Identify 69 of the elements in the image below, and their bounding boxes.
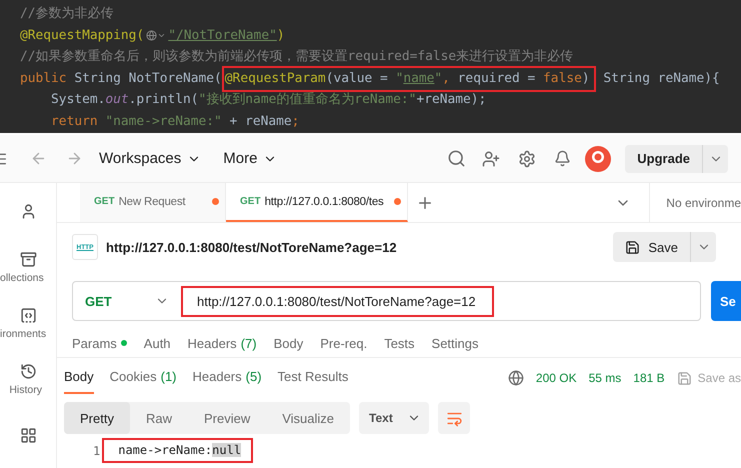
settings-icon[interactable] bbox=[518, 150, 536, 168]
history-icon bbox=[20, 362, 36, 380]
tab-label: http://127.0.0.1:8080/tes bbox=[264, 196, 385, 208]
sidebar-item[interactable]: ironments bbox=[0, 295, 56, 351]
save-icon bbox=[676, 370, 692, 386]
line-number: 1 bbox=[93, 444, 100, 458]
environment-select[interactable]: No environme bbox=[649, 183, 741, 222]
response-tab[interactable]: Cookies (1) bbox=[110, 362, 176, 394]
request-section-tab[interactable]: Headers (7) bbox=[188, 336, 257, 350]
request-section-tab[interactable]: Pre-req. bbox=[320, 336, 368, 350]
grid-icon bbox=[20, 426, 36, 444]
bin-icon bbox=[20, 250, 36, 268]
code-token: String reName){ bbox=[602, 70, 720, 88]
request-section-tab[interactable]: Settings bbox=[432, 336, 479, 350]
code-token: +reName); bbox=[416, 91, 486, 110]
code-token: @RequestMapping( bbox=[20, 26, 144, 45]
request-section-tab[interactable]: Params bbox=[72, 336, 127, 350]
request-section-tab[interactable]: Body bbox=[274, 336, 304, 350]
method-select[interactable]: GET bbox=[73, 282, 181, 320]
method-label: GET bbox=[94, 196, 115, 207]
code-token: //如果参数重命名后，则该参数为前端必传项，需要设置required=false来进行设置为非必传 bbox=[20, 48, 574, 66]
url-input[interactable]: http://127.0.0.1:8080/test/NotToreName?age=12 bbox=[181, 286, 494, 316]
globe-icon[interactable] bbox=[146, 30, 166, 41]
code-token: out bbox=[105, 91, 129, 110]
request-section-tab[interactable]: Tests bbox=[384, 336, 415, 350]
response-text: name->reName:null bbox=[102, 438, 254, 463]
method-label: GET bbox=[240, 196, 261, 207]
globe-icon bbox=[508, 370, 524, 386]
avatar-icon[interactable] bbox=[585, 146, 612, 172]
response-tab[interactable]: Headers (5) bbox=[192, 362, 262, 394]
status-code: 200 OK bbox=[536, 371, 577, 385]
send-button[interactable]: Se bbox=[711, 281, 741, 321]
menu-button[interactable]: More bbox=[223, 150, 278, 167]
code-token: + reName bbox=[228, 112, 292, 131]
menu-button[interactable]: Workspaces bbox=[99, 150, 202, 167]
sidebar-item[interactable]: ollections bbox=[0, 239, 56, 295]
code-highlight: @RequestParam(value = "name", required = false) bbox=[222, 66, 596, 92]
code-token: String NotToreName( bbox=[74, 70, 222, 88]
code-token: .println( bbox=[128, 91, 199, 110]
square-icon bbox=[20, 306, 36, 324]
view-tab[interactable]: Visualize bbox=[266, 402, 350, 434]
wrap-icon[interactable] bbox=[438, 402, 470, 434]
response-tab[interactable]: Body bbox=[64, 362, 94, 394]
code-token: "name->reName:" bbox=[105, 112, 222, 131]
code-token: //参数为非必传 bbox=[20, 5, 114, 23]
bell-icon[interactable] bbox=[554, 150, 572, 167]
view-tab[interactable]: Preview bbox=[188, 402, 266, 434]
format-select[interactable]: Text bbox=[359, 402, 430, 434]
search-icon[interactable] bbox=[447, 149, 466, 168]
code-token: "接收到name的值重命名为reName:" bbox=[198, 91, 416, 110]
code-token: ; bbox=[292, 112, 300, 131]
sidebar-item[interactable]: History bbox=[0, 351, 56, 407]
response-size: 181 B bbox=[633, 371, 665, 385]
request-tab[interactable]: GET New Request bbox=[80, 183, 226, 222]
code-token: ) bbox=[276, 26, 285, 45]
request-section-tab[interactable]: Auth bbox=[144, 336, 171, 350]
view-tab[interactable]: Raw bbox=[130, 402, 188, 434]
save-icon bbox=[625, 240, 640, 254]
request-title: http://127.0.0.1:8080/test/NotToreName?age=12 bbox=[106, 240, 398, 254]
request-tab[interactable]: GET http://127.0.0.1:8080/tes bbox=[226, 183, 408, 222]
code-token: return bbox=[50, 112, 99, 131]
response-tab[interactable]: Test Results bbox=[278, 362, 348, 394]
view-tab[interactable]: Pretty bbox=[64, 402, 130, 434]
response-time: 55 ms bbox=[588, 371, 622, 385]
code-token: System. bbox=[50, 91, 106, 110]
code-token: public bbox=[20, 70, 68, 88]
code-token: "/NotToreName" bbox=[168, 26, 277, 45]
user-plus-icon[interactable] bbox=[482, 150, 500, 168]
tab-label: New Request bbox=[118, 196, 186, 208]
